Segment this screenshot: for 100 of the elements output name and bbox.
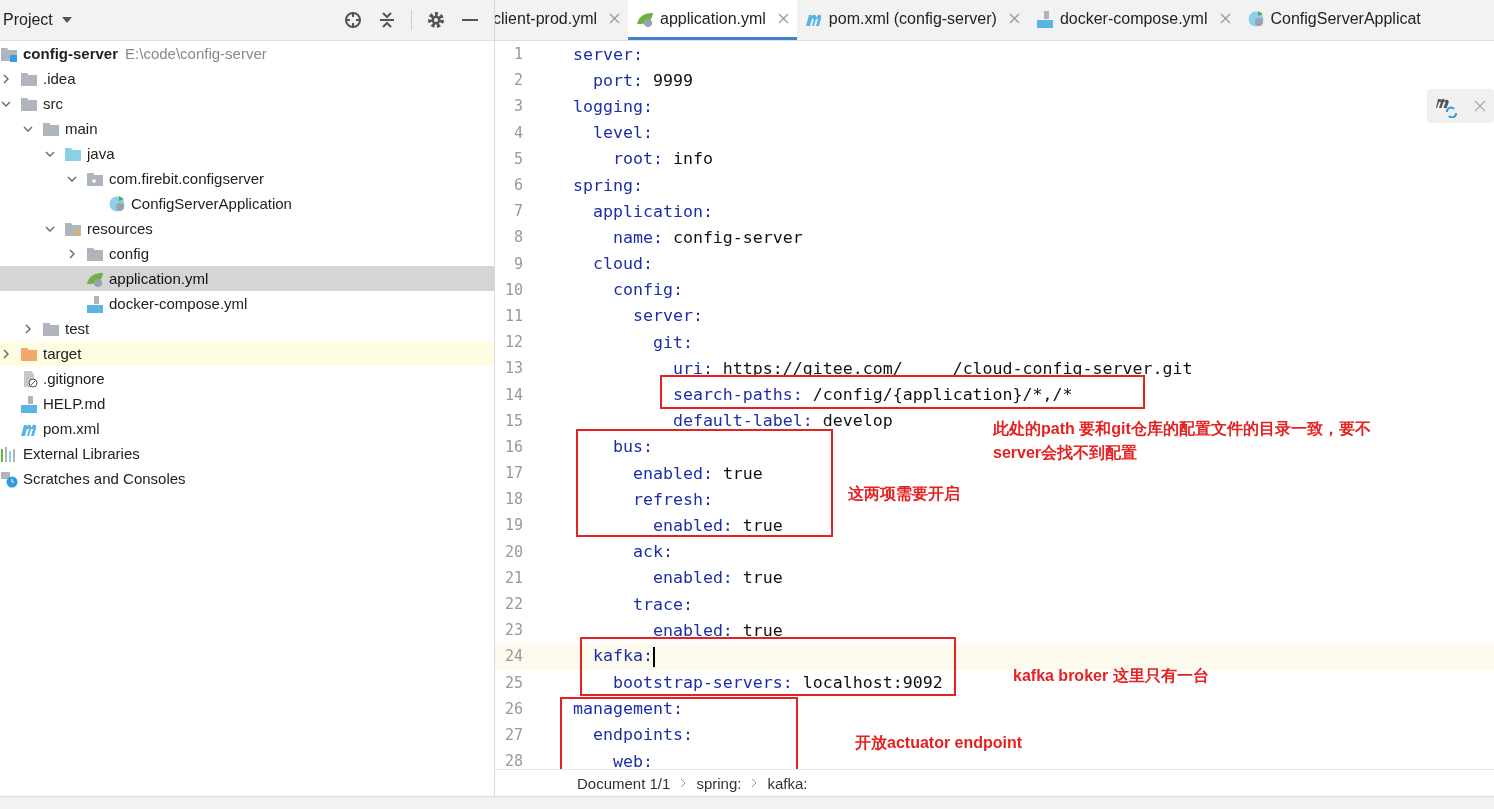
tree-item[interactable]: src — [0, 91, 494, 116]
code-line: enabled: true — [652, 515, 783, 535]
line-number: 16 — [503, 437, 523, 456]
code-line: cloud: — [593, 254, 653, 274]
tree-item[interactable]: config — [0, 241, 494, 266]
collapse-icon — [379, 11, 395, 29]
line-number: 18 — [503, 490, 523, 509]
line-number: 9 — [512, 254, 523, 273]
tree-item[interactable]: ConfigServerApplication — [0, 191, 494, 216]
editor-tab[interactable]: application.yml — [628, 0, 797, 40]
line-number: 21 — [503, 568, 523, 587]
line-number: 4 — [512, 123, 523, 142]
code-line: default-label: develop — [672, 411, 893, 431]
annotation-note: 这两项需要开启 — [848, 484, 960, 504]
code-line: name: config-server — [612, 227, 803, 247]
breadcrumb[interactable]: spring: — [696, 774, 742, 792]
line-number: 10 — [503, 280, 523, 299]
line-number: 26 — [503, 699, 523, 718]
markdown-file-icon — [20, 394, 38, 413]
line-number: 25 — [503, 673, 523, 692]
line-number: 1 — [512, 45, 523, 64]
code-line: search-paths: /config/{application}/*,/* — [672, 385, 1073, 405]
code-line: server: — [632, 306, 703, 326]
code-line: git: — [652, 332, 693, 352]
tree-item[interactable]: java — [0, 141, 494, 166]
tree-item[interactable]: docker-compose.yml — [0, 291, 494, 316]
minus-icon — [462, 18, 478, 22]
line-number: 28 — [503, 752, 523, 769]
code-line: port: 9999 — [593, 70, 693, 90]
line-number: 24 — [503, 647, 523, 666]
tree-item[interactable]: Scratches and Consoles — [0, 466, 494, 491]
code-line: config: — [612, 280, 683, 300]
line-number: 12 — [503, 333, 523, 352]
code-line: trace: — [632, 594, 693, 614]
editor-tab[interactable]: docker-compose.yml — [1027, 0, 1239, 40]
code-line: spring: — [573, 175, 643, 195]
settings-button[interactable] — [426, 10, 446, 30]
code-line: bus: — [612, 437, 653, 457]
line-number: 7 — [512, 202, 523, 221]
close-icon[interactable] — [609, 13, 621, 24]
libraries-icon — [0, 444, 18, 463]
line-number: 22 — [503, 595, 523, 614]
tree-item[interactable]: External Libraries — [0, 441, 494, 466]
project-path: E:\code\config-server — [125, 45, 267, 62]
code-line: kafka: — [593, 646, 655, 667]
editor-tab[interactable]: ConfigServerApplicat — [1238, 0, 1429, 40]
tree-item[interactable]: .idea — [0, 66, 494, 91]
code-line: level: — [593, 123, 653, 143]
tree-item[interactable]: pom.xml — [0, 416, 494, 441]
code-line: uri: https://gitee.com/ /cloud-config-server.git — [672, 358, 1193, 378]
caret-icon — [60, 16, 73, 24]
editor-tab[interactable]: pom.xml (config-server) — [796, 0, 1028, 40]
line-number: 14 — [503, 385, 523, 404]
close-icon[interactable] — [1219, 13, 1231, 24]
tree-item[interactable]: target — [0, 341, 494, 366]
code-line: web: — [612, 751, 653, 769]
line-number: 13 — [503, 359, 523, 378]
annotation-note: kafka broker 这里只有一台 — [1013, 666, 1209, 686]
tree-item[interactable]: HELP.md — [0, 391, 494, 416]
line-number: 19 — [503, 516, 523, 535]
tree-item[interactable]: com.firebit.configserver — [0, 166, 494, 191]
close-icon[interactable] — [777, 13, 789, 24]
breadcrumb[interactable]: kafka: — [767, 774, 808, 792]
collapse-all-button[interactable] — [377, 10, 397, 30]
code-line: endpoints: — [593, 725, 693, 745]
code-line: bootstrap-servers: localhost:9092 — [612, 673, 943, 693]
scratches-icon — [0, 469, 18, 488]
tree-item[interactable]: test — [0, 316, 494, 341]
line-number: 11 — [503, 306, 523, 325]
annotation-note: 开放actuator endpoint — [855, 733, 1023, 753]
close-icon[interactable] — [1008, 13, 1020, 24]
tree-item[interactable]: config-server E:\code\config-server — [0, 41, 494, 66]
locate-button[interactable] — [343, 10, 363, 30]
code-line: management: — [573, 699, 683, 719]
line-number: 17 — [503, 464, 523, 483]
line-number: 27 — [503, 725, 523, 744]
code-line: ack: — [632, 542, 673, 562]
code-line: application: — [593, 201, 713, 221]
code-line: logging: — [573, 96, 653, 116]
code-line: enabled: true — [652, 620, 783, 640]
tree-item[interactable]: .gitignore — [0, 366, 494, 391]
annotation-note: 此处的path 要和git仓库的配置文件的目录一致，要不 server会找不到配置 — [993, 419, 1371, 463]
target-icon — [344, 11, 362, 29]
tree-item[interactable]: main — [0, 116, 494, 141]
tree-item[interactable]: application.yml — [0, 266, 494, 291]
line-number: 6 — [512, 176, 523, 195]
tree-item[interactable]: resources — [0, 216, 494, 241]
chevron-icon — [751, 778, 758, 788]
line-number: 2 — [512, 71, 523, 90]
chevron-icon — [680, 778, 687, 788]
code-line: enabled: true — [652, 568, 783, 588]
line-number: 23 — [503, 621, 523, 640]
docker-file-icon — [1035, 9, 1054, 28]
line-number: 3 — [512, 97, 523, 116]
docker-file-icon — [86, 294, 104, 313]
line-number: 20 — [503, 542, 523, 561]
class-icon — [108, 194, 126, 213]
class-icon — [1246, 9, 1265, 28]
project-view-dropdown[interactable]: Project — [3, 11, 73, 29]
breadcrumb[interactable]: Document 1/1 — [577, 774, 671, 792]
